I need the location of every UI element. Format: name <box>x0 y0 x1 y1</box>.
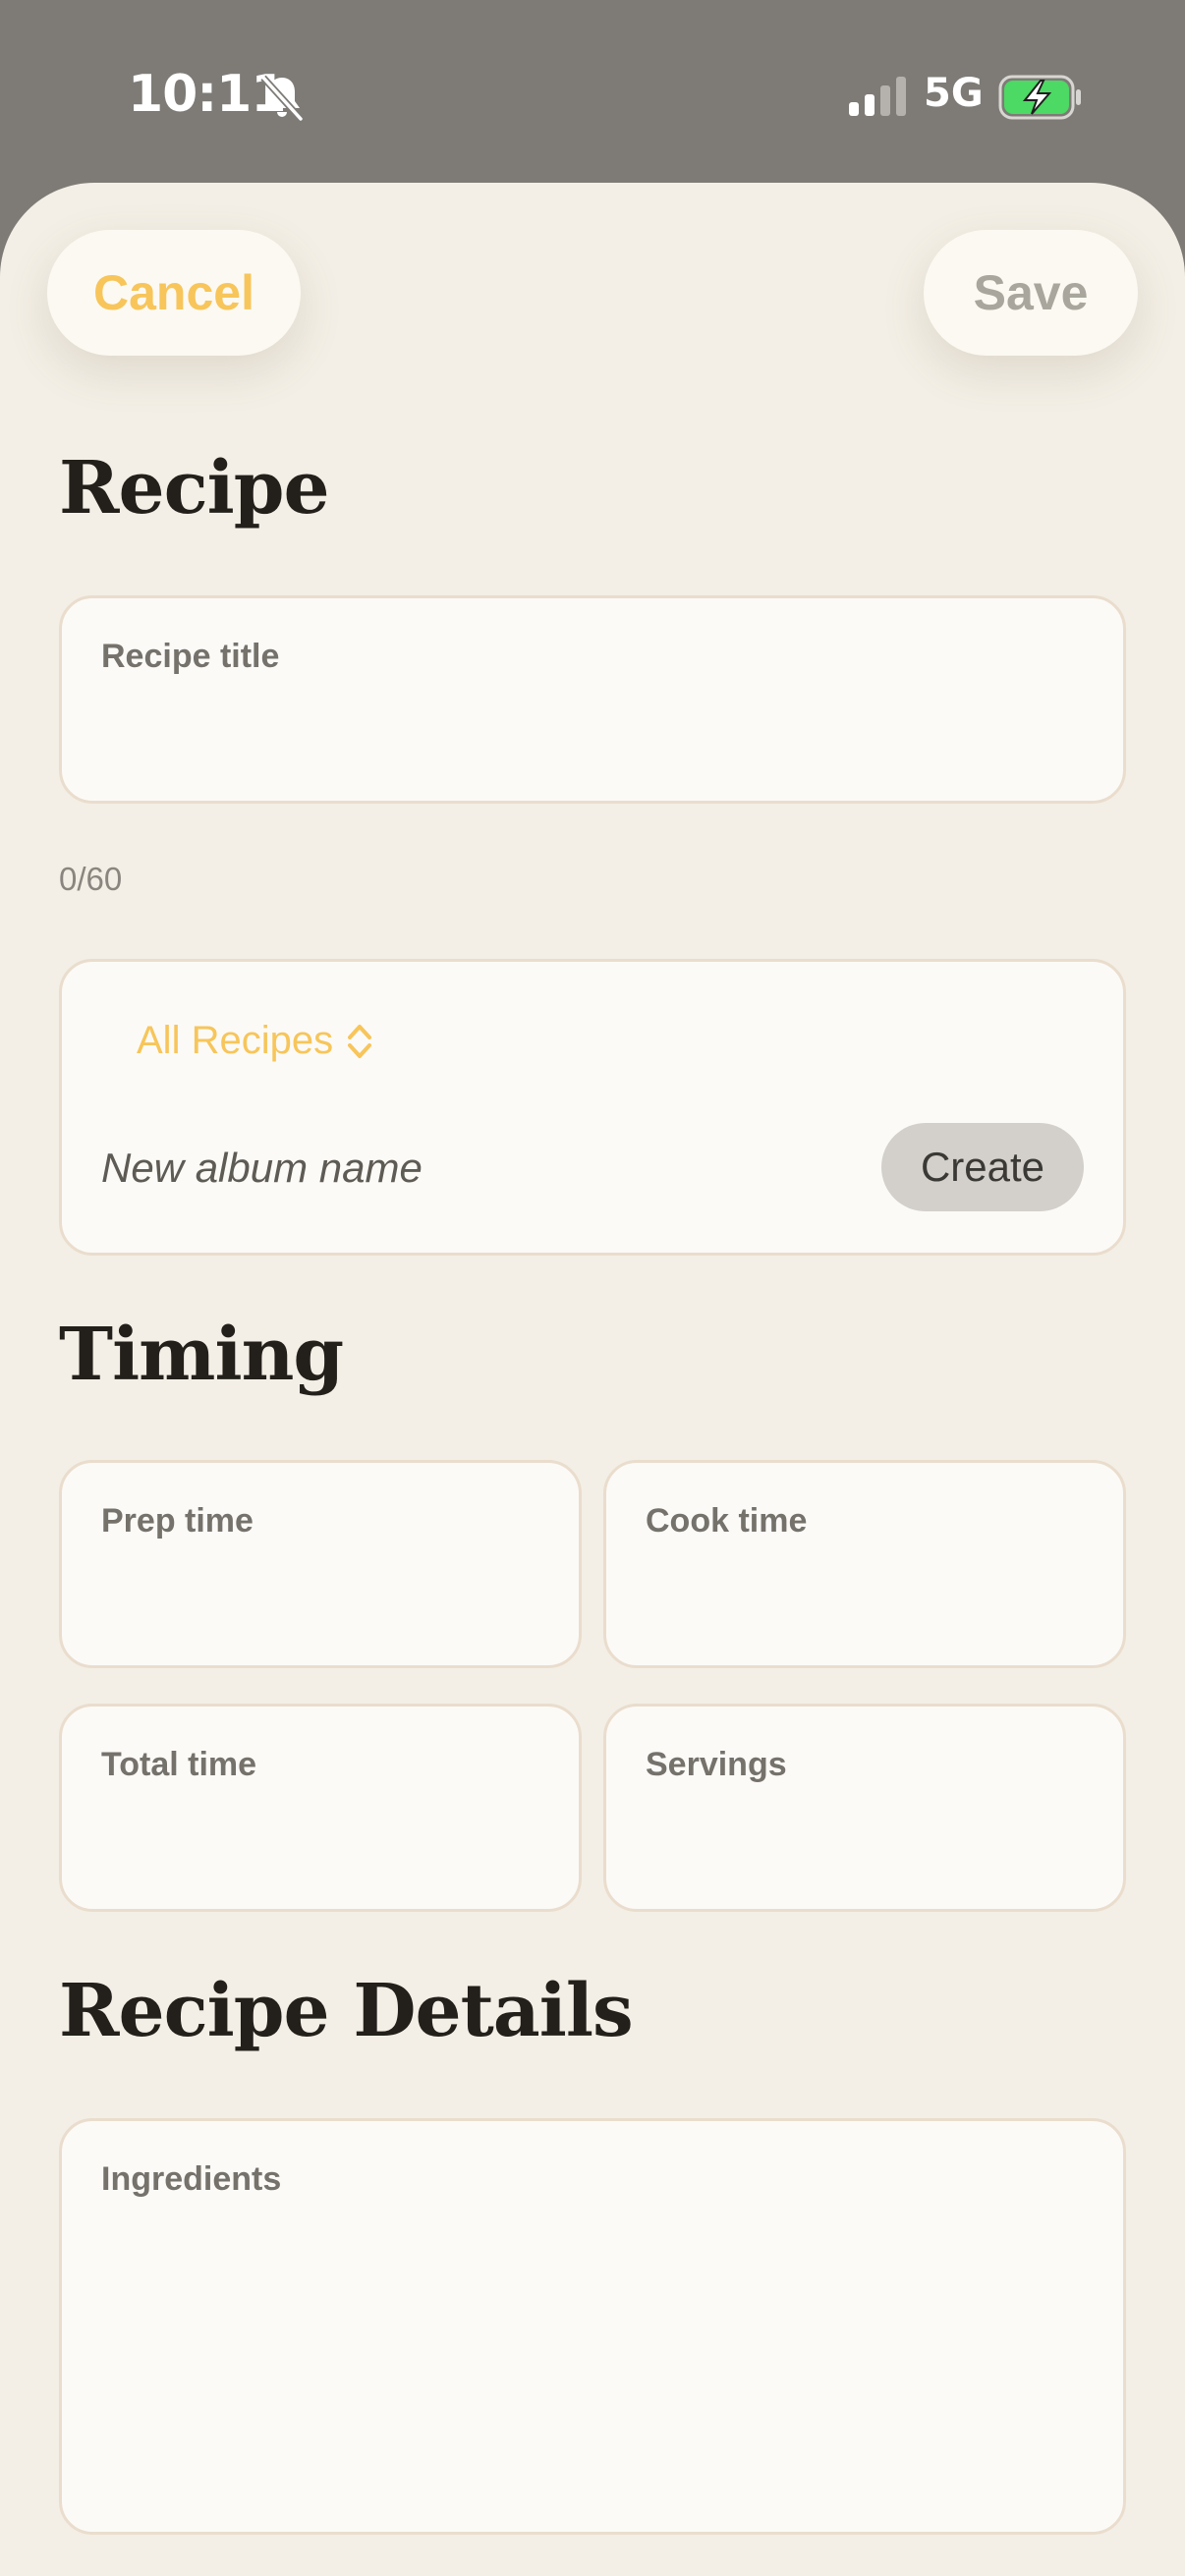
ingredients-label: Ingredients <box>101 2160 282 2198</box>
cellular-signal-icon <box>849 77 906 116</box>
network-type: 5G <box>924 71 984 116</box>
battery-charging-icon <box>998 75 1081 120</box>
cook-time-label: Cook time <box>646 1502 808 1540</box>
cancel-button[interactable]: Cancel <box>47 230 301 356</box>
recipe-heading: Recipe <box>59 446 330 531</box>
prep-time-field[interactable]: Prep time <box>59 1460 582 1668</box>
recipe-title-label: Recipe title <box>101 638 280 675</box>
create-album-button[interactable]: Create <box>881 1123 1084 1211</box>
title-character-counter: 0/60 <box>59 861 123 897</box>
new-album-name-input[interactable]: New album name <box>101 1145 423 1192</box>
status-bar: 10:11 5G <box>0 0 1185 187</box>
chevron-up-down-icon <box>348 1024 372 1058</box>
album-selector-label: All Recipes <box>137 1019 334 1062</box>
timing-heading: Timing <box>59 1313 344 1397</box>
cook-time-field[interactable]: Cook time <box>603 1460 1126 1668</box>
total-time-field[interactable]: Total time <box>59 1704 582 1912</box>
album-selector[interactable]: All Recipes <box>137 1019 372 1063</box>
servings-field[interactable]: Servings <box>603 1704 1126 1912</box>
save-button[interactable]: Save <box>924 230 1138 356</box>
ingredients-field[interactable]: Ingredients <box>59 2118 1126 2535</box>
album-card: All Recipes New album name Create <box>59 959 1126 1256</box>
recipe-title-field[interactable]: Recipe title <box>59 595 1126 804</box>
total-time-label: Total time <box>101 1746 257 1783</box>
new-recipe-sheet: Cancel Save Recipe Recipe title 0/60 All… <box>0 183 1185 2576</box>
bell-slash-icon <box>260 75 304 121</box>
servings-label: Servings <box>646 1746 787 1783</box>
recipe-details-heading: Recipe Details <box>59 1969 634 2053</box>
prep-time-label: Prep time <box>101 1502 254 1540</box>
